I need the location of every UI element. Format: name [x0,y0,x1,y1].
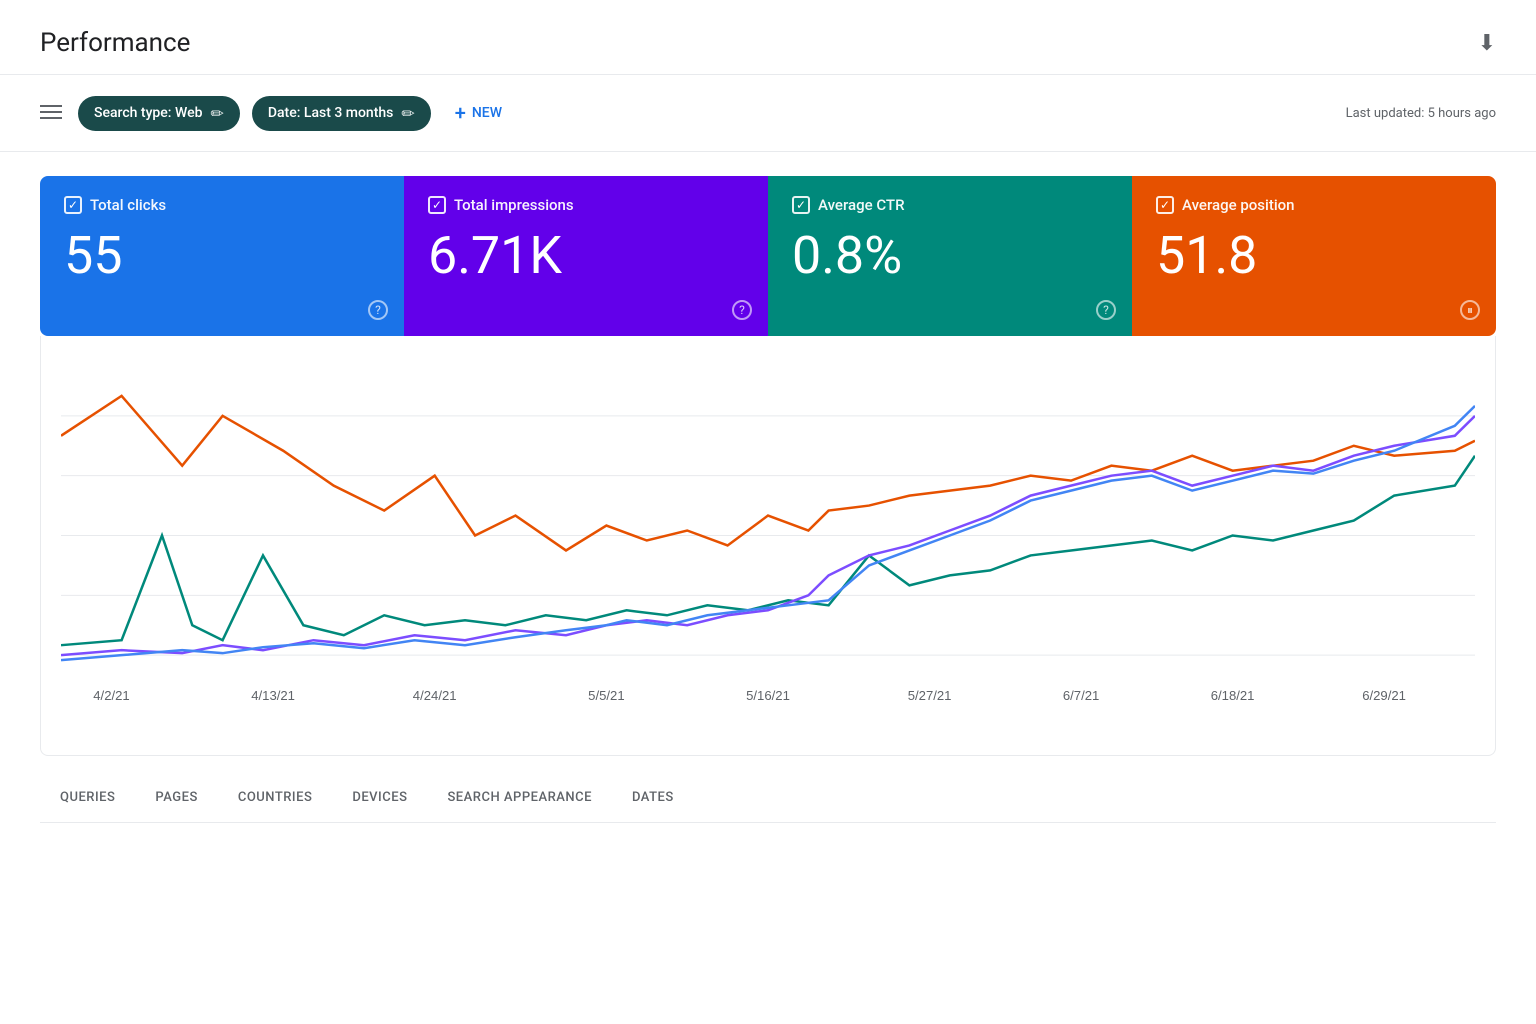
metric-card-clicks[interactable]: ✓ Total clicks 55 ? [40,176,404,336]
svg-text:5/5/21: 5/5/21 [588,688,624,703]
metric-label-row: ✓ Total clicks [64,196,380,214]
metric-card-impressions[interactable]: ✓ Total impressions 6.71K ? [404,176,768,336]
metrics-container: ✓ Total clicks 55 ? ✓ Total impressions … [40,176,1496,336]
download-icon[interactable]: ⬇ [1478,31,1496,56]
svg-text:5/16/21: 5/16/21 [746,688,790,703]
metric-checkbox-clicks[interactable]: ✓ [64,196,82,214]
svg-text:4/2/21: 4/2/21 [93,688,129,703]
metric-name-clicks: Total clicks [90,196,166,214]
metric-checkbox-ctr[interactable]: ✓ [792,196,810,214]
metric-name-position: Average position [1182,196,1295,214]
tab-countries[interactable]: COUNTRIES [218,776,333,822]
svg-text:6/7/21: 6/7/21 [1063,688,1099,703]
svg-text:6/18/21: 6/18/21 [1211,688,1255,703]
metric-label-row-ctr: ✓ Average CTR [792,196,1108,214]
svg-text:4/24/21: 4/24/21 [413,688,457,703]
metric-label-row-impressions: ✓ Total impressions [428,196,744,214]
metric-info-position[interactable]: ⏸ [1460,300,1480,320]
metric-value-position: 51.8 [1156,230,1472,282]
plus-icon: + [455,101,466,125]
metric-info-ctr[interactable]: ? [1096,300,1116,320]
search-type-chip[interactable]: Search type: Web ✏ [78,96,240,131]
metric-card-ctr[interactable]: ✓ Average CTR 0.8% ? [768,176,1132,336]
svg-text:5/27/21: 5/27/21 [908,688,952,703]
svg-text:4/13/21: 4/13/21 [251,688,295,703]
date-chip[interactable]: Date: Last 3 months ✏ [252,96,431,131]
metric-checkbox-position[interactable]: ✓ [1156,196,1174,214]
metric-info-clicks[interactable]: ? [368,300,388,320]
chart-container: 4/2/21 4/13/21 4/24/21 5/5/21 5/16/21 5/… [40,336,1496,756]
page-container: Performance ⬇ Search type: Web ✏ Date: L… [0,0,1536,1024]
last-updated: Last updated: 5 hours ago [1346,106,1496,121]
new-button[interactable]: + NEW [443,93,514,133]
metric-value-impressions: 6.71K [428,230,744,282]
page-title: Performance [40,28,190,58]
bottom-tabs: QUERIES PAGES COUNTRIES DEVICES SEARCH A… [40,776,1496,823]
metric-name-ctr: Average CTR [818,196,905,214]
tab-pages[interactable]: PAGES [135,776,217,822]
header: Performance ⬇ [0,0,1536,75]
metric-label-row-position: ✓ Average position [1156,196,1472,214]
edit-icon-date: ✏ [401,104,414,123]
metric-checkbox-impressions[interactable]: ✓ [428,196,446,214]
tab-search-appearance[interactable]: SEARCH APPEARANCE [427,776,612,822]
tab-dates[interactable]: DATES [612,776,694,822]
metric-value-clicks: 55 [64,230,380,282]
metric-value-ctr: 0.8% [792,230,1108,282]
metric-card-position[interactable]: ✓ Average position 51.8 ⏸ [1132,176,1496,336]
tab-queries[interactable]: QUERIES [40,776,135,822]
svg-text:6/29/21: 6/29/21 [1362,688,1406,703]
metric-name-impressions: Total impressions [454,196,574,214]
edit-icon: ✏ [210,104,223,123]
toolbar: Search type: Web ✏ Date: Last 3 months ✏… [0,75,1536,152]
filter-icon[interactable] [40,101,62,125]
performance-chart: 4/2/21 4/13/21 4/24/21 5/5/21 5/16/21 5/… [61,356,1475,715]
metric-info-impressions[interactable]: ? [732,300,752,320]
tab-devices[interactable]: DEVICES [332,776,427,822]
